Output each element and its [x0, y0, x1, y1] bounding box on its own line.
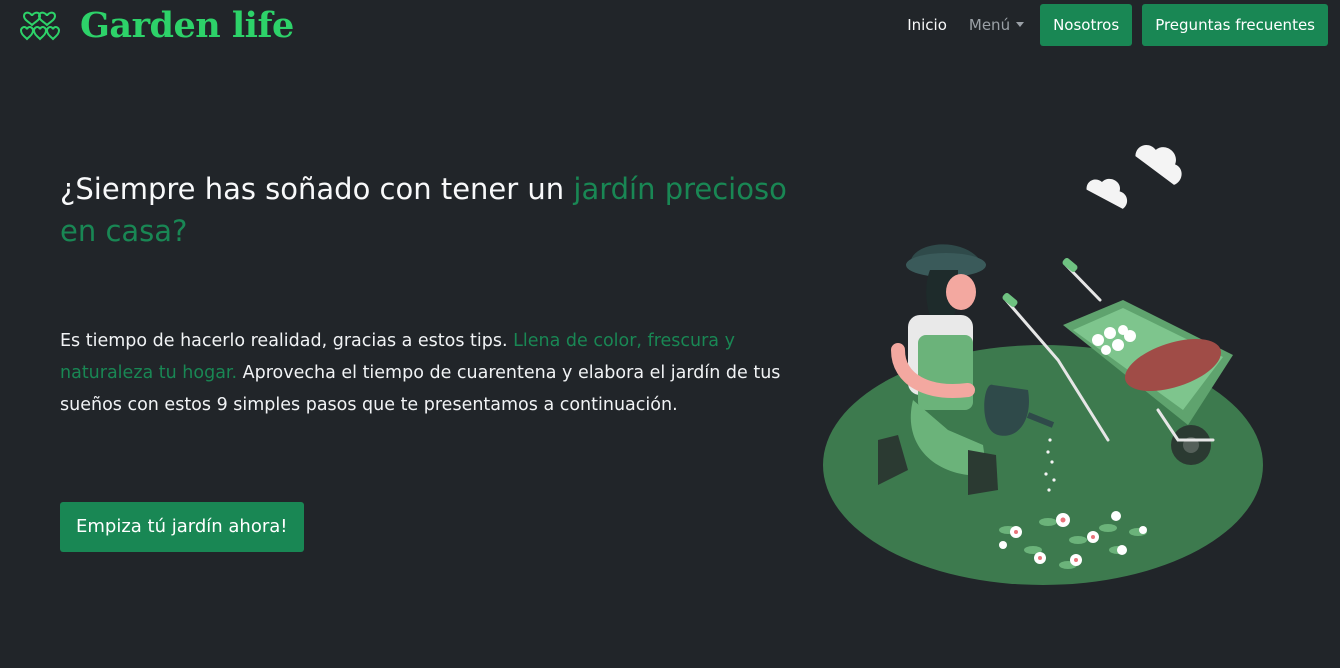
gardener-watering-plants-illustration	[823, 144, 1263, 585]
hero-headline: ¿Siempre has soñado con tener un jardín …	[60, 168, 820, 252]
faq-button[interactable]: Preguntas frecuentes	[1142, 4, 1328, 46]
headline-text: ¿Siempre has soñado con tener un	[60, 172, 574, 206]
nosotros-button[interactable]: Nosotros	[1040, 4, 1133, 46]
nav-link-inicio[interactable]: Inicio	[901, 8, 953, 42]
hero-lead: Es tiempo de hacerlo realidad, gracias a…	[60, 325, 820, 421]
navbar: Garden life Inicio Menú Nosotros Pregunt…	[0, 0, 1340, 52]
hearts-icon	[20, 11, 61, 40]
lead-text: Es tiempo de hacerlo realidad, gracias a…	[60, 331, 514, 351]
nav-dropdown-label: Menú	[968, 16, 1011, 34]
start-garden-button[interactable]: Empiza tú jardín ahora!	[60, 502, 304, 552]
cloud-icon	[1086, 144, 1182, 209]
nav-dropdown-menu[interactable]: Menú	[963, 8, 1030, 42]
brand-name: Garden life	[80, 5, 294, 46]
caret-down-icon	[1016, 22, 1025, 27]
nav-links: Inicio Menú Nosotros Preguntas frecuente…	[901, 4, 1328, 46]
brand[interactable]: Garden life	[20, 8, 294, 43]
